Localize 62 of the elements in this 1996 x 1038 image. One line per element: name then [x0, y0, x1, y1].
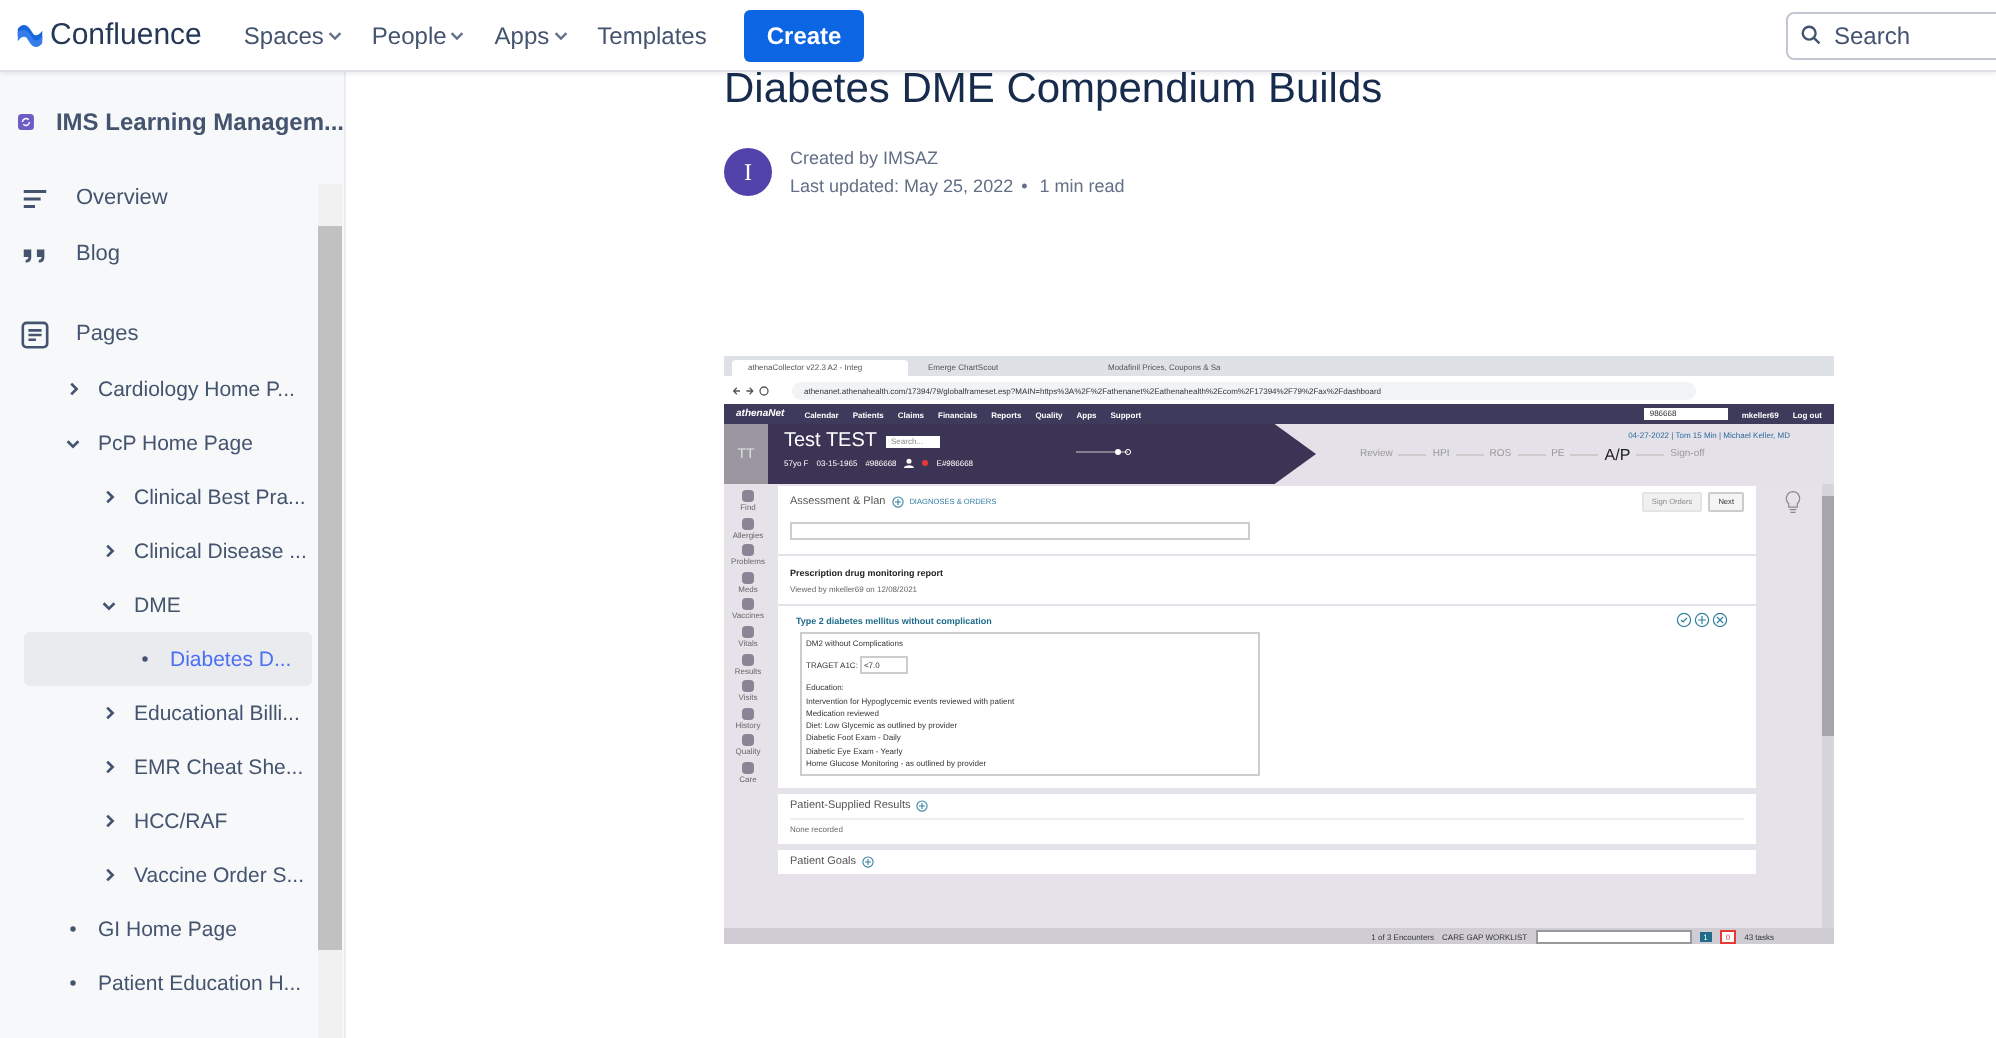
chevron-right-icon[interactable]	[100, 704, 118, 722]
tree-item[interactable]: Patient Education H...	[24, 956, 312, 1010]
patient-name: Test TEST	[784, 430, 877, 452]
text-field[interactable]	[790, 522, 1250, 540]
chevron-down-icon	[551, 26, 570, 44]
tree-item[interactable]: PcP Home Page	[24, 416, 312, 470]
logo-icon	[16, 21, 44, 49]
nav-menu[interactable]: Apps	[484, 13, 580, 57]
add-icon[interactable]	[891, 496, 904, 508]
bullet-icon	[64, 920, 82, 938]
search-icon	[1800, 23, 1822, 45]
tree-item[interactable]: Cardiology Home P...	[24, 362, 312, 416]
avatar: I	[724, 148, 772, 196]
bullet-icon	[64, 974, 82, 992]
separator-dot: •	[1021, 174, 1028, 200]
tree-item[interactable]: Clinical Best Pra...	[24, 470, 312, 524]
bullet-icon	[136, 650, 154, 668]
tree-item[interactable]: HCC/RAF	[24, 794, 312, 848]
nav-menu[interactable]: Spaces	[233, 13, 354, 57]
chevron-right-icon[interactable]	[64, 380, 82, 398]
chevron-right-icon[interactable]	[100, 758, 118, 776]
chevron-right-icon[interactable]	[100, 812, 118, 830]
chevron-down-icon[interactable]	[100, 596, 118, 614]
create-button[interactable]: Create	[744, 9, 864, 61]
nav-link[interactable]: Templates	[587, 13, 717, 57]
progress-dots-drawing	[1073, 446, 1134, 458]
sidebar-item[interactable]: Blog	[76, 242, 121, 266]
tree-item[interactable]: Vaccine Order S...	[24, 848, 312, 902]
search-field[interactable]: Search	[1786, 11, 1996, 59]
read-time: 1 min read	[1039, 174, 1125, 200]
tree-item[interactable]: Clinical Disease ...	[24, 524, 312, 578]
sidebar-item[interactable]: Overview	[76, 186, 168, 210]
add-icon[interactable]	[862, 856, 875, 869]
nav-menu[interactable]: People	[361, 13, 477, 57]
person-icon	[904, 458, 915, 468]
workflow-step[interactable]: A/P	[1604, 445, 1631, 463]
chevron-right-icon[interactable]	[100, 866, 118, 884]
chevron-down-icon	[325, 26, 344, 44]
chevron-down-icon[interactable]	[64, 434, 82, 452]
chevron-down-icon	[448, 26, 467, 44]
sidebar-item[interactable]: Pages	[76, 322, 139, 346]
note-box[interactable]	[800, 632, 1260, 777]
status-dot-icon	[922, 460, 929, 466]
space-name[interactable]: IMS Learning Managem...	[55, 107, 344, 135]
page-title: Diabetes DME Compendium Builds	[724, 72, 1385, 116]
scrollbar[interactable]	[1822, 484, 1834, 928]
tree-item[interactable]: Diabetes D...	[24, 632, 312, 686]
tree-item[interactable]: EMR Cheat She...	[24, 740, 312, 794]
tree-item[interactable]: Educational Billi...	[24, 686, 312, 740]
dropdown[interactable]	[1535, 929, 1692, 943]
add-icon[interactable]	[916, 800, 929, 813]
lightbulb-icon[interactable]	[1783, 490, 1801, 514]
author-text: Created by IMSAZ	[790, 148, 939, 168]
action-icons-drawing[interactable]	[1676, 612, 1728, 628]
app-name[interactable]: Confluence	[50, 18, 202, 52]
tree-item[interactable]: DME	[24, 578, 312, 632]
chevron-right-icon[interactable]	[100, 542, 118, 560]
tree-item[interactable]: GI Home Page	[24, 902, 312, 956]
updated-date: Last updated: May 25, 2022	[790, 174, 1014, 200]
scrollbar[interactable]	[318, 184, 342, 1038]
document-icon	[20, 319, 50, 349]
chevron-right-icon[interactable]	[100, 488, 118, 506]
